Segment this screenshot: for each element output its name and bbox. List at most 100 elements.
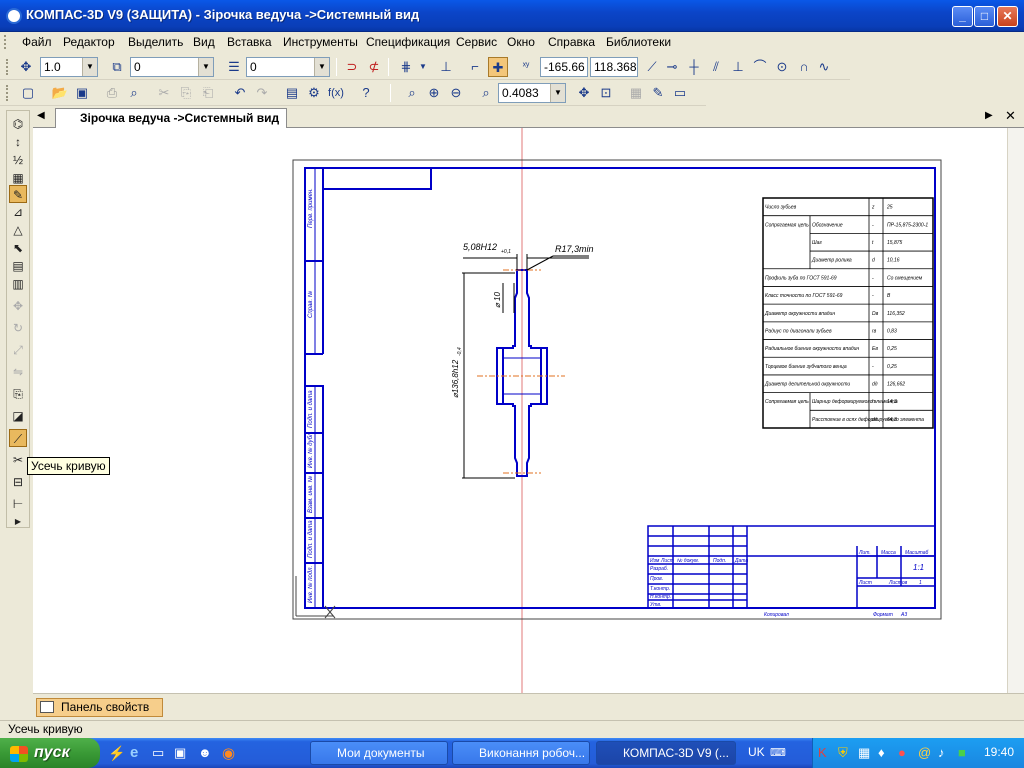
menu-edit[interactable]: Редактор <box>63 35 115 49</box>
keyboard-icon[interactable]: ⌨ <box>770 746 786 759</box>
local-cs-icon[interactable]: ⊥ <box>436 57 456 77</box>
task-my-documents[interactable]: Мои документы <box>310 741 448 765</box>
expand-icon[interactable]: ▶ <box>9 513 27 531</box>
coord-y-field[interactable]: 118.368 <box>590 57 638 77</box>
tab-document[interactable]: Зірочка ведуча ->Системный вид <box>55 108 287 128</box>
magnet-icon[interactable]: ⊃ <box>342 57 362 77</box>
zoom-out-icon[interactable]: ⊖ <box>446 83 466 103</box>
tray-at-icon[interactable]: @ <box>918 745 931 760</box>
property-panel-tab[interactable]: Панель свойств <box>36 698 163 717</box>
zoom-scale-icon[interactable]: ⌕ <box>476 83 496 103</box>
style-icon[interactable]: ☰ <box>224 57 244 77</box>
ie-icon[interactable]: e <box>130 744 138 761</box>
tray-alert-icon[interactable]: ● <box>898 745 906 760</box>
chevron-down-icon[interactable]: ▼ <box>413 57 433 77</box>
break-icon[interactable]: ⊟ <box>9 473 27 491</box>
tab-scroll-left-icon[interactable]: ◀ <box>37 110 45 121</box>
edit-icon[interactable]: ✎ <box>9 185 27 203</box>
menu-tools[interactable]: Инструменты <box>283 35 358 49</box>
redo-icon[interactable]: ↷ <box>252 83 272 103</box>
menu-window[interactable]: Окно <box>507 35 535 49</box>
tray-safe-icon[interactable]: ♦ <box>878 745 885 760</box>
dimensions-icon[interactable]: ↕ <box>9 133 27 151</box>
minimize-button[interactable]: _ <box>952 6 973 27</box>
tray-shield-icon[interactable]: ⛨ <box>838 745 848 761</box>
chevron-down-icon[interactable]: ▼ <box>550 84 565 102</box>
tray-antivirus-icon[interactable]: K <box>818 745 827 760</box>
cut-icon[interactable]: ✂ <box>154 83 174 103</box>
kompas-app-icon[interactable] <box>6 8 22 24</box>
tray-network-icon[interactable]: ▦ <box>858 745 870 761</box>
maximize-button[interactable]: □ <box>974 6 995 27</box>
layer-combo[interactable]: 0 ▼ <box>130 57 214 77</box>
fx-icon[interactable]: f(x) <box>326 83 346 103</box>
tangent-icon[interactable]: ⌒ <box>750 57 770 77</box>
scale-combo[interactable]: 1.0 ▼ <box>40 57 98 77</box>
paste-icon[interactable]: ⎗ <box>198 83 218 103</box>
help-icon[interactable]: ? <box>356 83 376 103</box>
chevron-down-icon[interactable]: ▼ <box>314 58 329 76</box>
coord-x-field[interactable]: -165.66 <box>540 57 588 77</box>
magnet-off-icon[interactable]: ⊄ <box>364 57 384 77</box>
measure-icon[interactable]: △ <box>9 221 27 239</box>
close-button[interactable]: ✕ <box>997 6 1018 27</box>
rotate-icon[interactable]: ↻ <box>9 319 27 337</box>
panel-icon[interactable]: ▭ <box>670 83 690 103</box>
chevron-down-icon[interactable]: ▼ <box>82 58 97 76</box>
save-icon[interactable]: ▣ <box>72 83 92 103</box>
vline-icon[interactable]: ┼ <box>684 57 704 77</box>
geometry-icon[interactable]: ⌬ <box>9 115 27 133</box>
line-icon[interactable]: ⟋ <box>642 57 662 77</box>
symbols-icon[interactable]: ½ <box>9 151 27 169</box>
manager-icon[interactable]: ▤ <box>282 83 302 103</box>
tray-volume-icon[interactable]: ♪ <box>938 745 945 760</box>
menu-view[interactable]: Вид <box>193 35 215 49</box>
chevron-down-icon[interactable]: ▼ <box>198 58 213 76</box>
language-indicator[interactable]: UK <box>748 745 765 759</box>
report-icon[interactable]: ▥ <box>9 275 27 293</box>
menu-help[interactable]: Справка <box>548 35 595 49</box>
extend-icon[interactable]: ⊢ <box>9 495 27 513</box>
desktop-icon[interactable]: ▭ <box>152 745 164 761</box>
task-word-document[interactable]: Виконання робоч... <box>452 741 590 765</box>
layer-icon[interactable]: ⧉ <box>107 57 127 77</box>
hline-icon[interactable]: ⊸ <box>662 57 682 77</box>
menu-insert[interactable]: Вставка <box>227 35 272 49</box>
spec-icon[interactable]: ▤ <box>9 257 27 275</box>
copy-tool-icon[interactable]: ⎘ <box>9 385 27 403</box>
refresh-icon[interactable]: ▦ <box>626 83 646 103</box>
deform-icon[interactable]: ◪ <box>9 407 27 425</box>
quicklaunch-icon[interactable]: ⚡ <box>108 745 125 762</box>
pan-icon[interactable]: ✥ <box>574 83 594 103</box>
ortho-icon[interactable]: ⌐ <box>465 57 485 77</box>
move-icon[interactable]: ✥ <box>9 297 27 315</box>
show-all-icon[interactable]: ⊡ <box>596 83 616 103</box>
select-icon[interactable]: ⬉ <box>9 239 27 257</box>
arc-icon[interactable]: ∩ <box>794 57 814 77</box>
variables-icon[interactable]: ⚙ <box>304 83 324 103</box>
menu-libraries[interactable]: Библиотеки <box>606 35 671 49</box>
snap-round-icon[interactable]: ✚ <box>488 57 508 77</box>
messenger-icon[interactable]: ☻ <box>198 745 212 760</box>
parallel-icon[interactable]: ⫽ <box>706 57 726 77</box>
zoom-window-icon[interactable]: ⌕ <box>402 83 422 103</box>
split-icon[interactable]: ✂ <box>9 451 27 469</box>
vertical-scrollbar[interactable] <box>1007 128 1024 693</box>
circle-icon[interactable]: ⊙ <box>772 57 792 77</box>
mirror-icon[interactable]: ⇋ <box>9 363 27 381</box>
menu-service[interactable]: Сервис <box>456 35 497 49</box>
edit-props-icon[interactable]: ✎ <box>648 83 668 103</box>
menu-file[interactable]: Файл <box>22 35 52 49</box>
snap-icon[interactable]: ✥ <box>16 57 36 77</box>
close-tab-icon[interactable]: ✕ <box>1005 108 1016 124</box>
menu-select[interactable]: Выделить <box>128 35 183 49</box>
trim-curve-icon[interactable]: ⟋ <box>9 429 27 447</box>
zoom-in-icon[interactable]: ⊕ <box>424 83 444 103</box>
drawing-canvas[interactable]: Перв. примен. Справ. № Подп. и дата Инв.… <box>33 128 1007 693</box>
print-icon[interactable]: ⎙ <box>102 83 122 103</box>
params-icon[interactable]: ⊿ <box>9 203 27 221</box>
new-document-icon[interactable]: ▢ <box>18 83 38 103</box>
menu-specification[interactable]: Спецификация <box>366 35 450 49</box>
firefox-icon[interactable]: ◉ <box>222 744 235 762</box>
media-icon[interactable]: ▣ <box>174 745 186 761</box>
